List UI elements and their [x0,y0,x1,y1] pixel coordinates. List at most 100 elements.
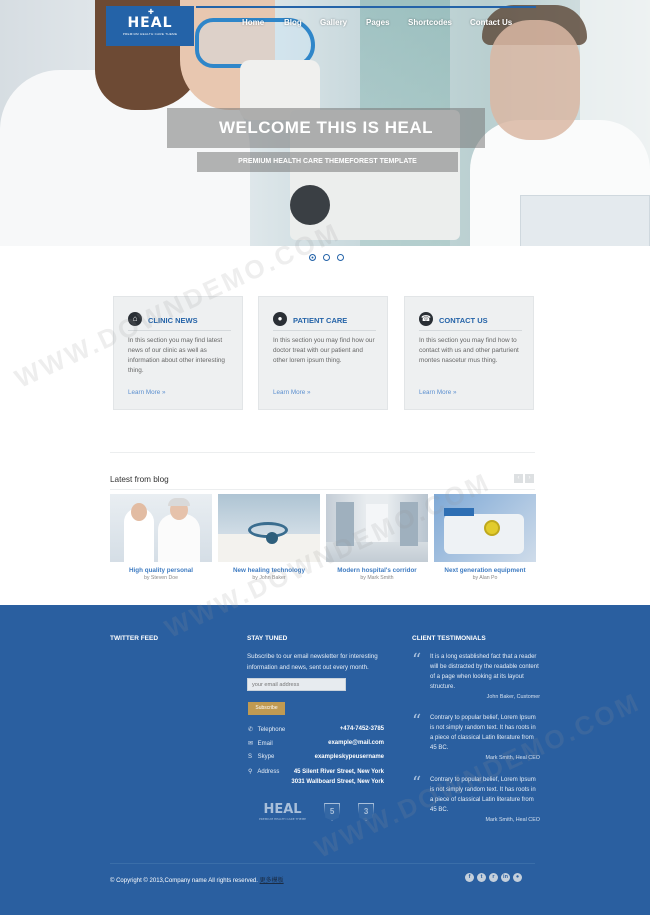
contact-value[interactable]: example@mail.com [328,740,384,746]
copyright: © Copyright © 2013,Company name All righ… [110,875,284,884]
testimonial-author: Mark Smith, Heal CEO [485,755,540,761]
nav-blog[interactable]: Blog [284,18,302,27]
stay-tuned-heading: STAY TUNED [247,635,288,642]
hero-microscope-knob [290,185,330,225]
blog-post-author: by Steven Doe [143,575,179,581]
linkedin-icon[interactable]: in [501,873,510,882]
testimonial-author: John Baker, Customer [486,694,540,700]
site-footer: TWITTER FEED STAY TUNED Subscribe to our… [0,605,650,915]
feature-title: CONTACT US [439,316,488,325]
testimonial: “ It is a long established fact that a r… [412,650,540,701]
blog-post-author: by Alan Po [472,575,498,581]
blog-post-title[interactable]: Modern hospital's corridor [326,567,428,574]
learn-more-link[interactable]: Learn More » [273,389,310,396]
learn-more-link[interactable]: Learn More » [419,389,456,396]
section-divider [110,452,535,453]
blog-post: High quality personal by Steven Doe [110,494,212,581]
css3-icon: 3 [358,802,375,821]
carousel-prev-button[interactable]: ‹ [514,474,523,483]
feature-divider [273,330,376,331]
contact-skype: S Skype exampleskypeusername [248,754,384,760]
location-icon: ⚲ [248,769,253,775]
rss-icon[interactable]: r [489,873,498,882]
footer-logo-subtitle: PREMIUM HEALTH CARE THEME [259,817,307,821]
contact-value[interactable]: exampleskypeusername [315,754,384,760]
site-logo[interactable]: ✚ HEAL PREMIUM HEALTH CARE THEME [106,6,194,46]
email-input[interactable] [247,678,346,691]
footer-divider [110,863,535,864]
blog-post: Modern hospital's corridor by Mark Smith [326,494,428,581]
slider-dot-3[interactable] [337,254,344,261]
feature-patient-care: ● PATIENT CARE In this section you may f… [258,296,388,410]
contact-address: ⚲ Address 45 Silent River Street, New Yo… [248,768,384,788]
twitter-icon[interactable]: t [477,873,486,882]
feature-description: In this section you may find how to cont… [419,337,519,364]
feature-divider [128,330,231,331]
quote-icon: “ [412,773,422,794]
blog-post: Next generation equipment by Alan Po [434,494,536,581]
contact-label: Telephone [257,727,286,733]
nav-shortcodes[interactable]: Shortcodes [408,18,452,27]
feature-clinic-news: ⌂ CLINIC NEWS In this section you may fi… [113,296,243,410]
blog-post-title[interactable]: Next generation equipment [434,567,536,574]
feature-title: PATIENT CARE [293,316,348,325]
learn-more-link[interactable]: Learn More » [128,389,165,396]
testimonial-text: Contrary to popular belief, Lorem Ipsum … [430,777,536,813]
feature-description: In this section you may find how our doc… [273,337,375,364]
contact-label: Skype [257,754,275,760]
testimonial-author: Mark Smith, Heal CEO [485,817,540,823]
phone-icon: ✆ [248,727,254,733]
nav-gallery[interactable]: Gallery [320,18,347,27]
hero-tagline: PREMIUM HEALTH CARE THEMEFOREST TEMPLATE [197,152,458,172]
html5-icon: 5 [324,802,341,821]
home-icon: ⌂ [128,312,142,326]
social-links: f t r in ● [465,873,522,882]
address-line-2: 3031 Wallboard Street, New York [291,778,384,785]
facebook-icon[interactable]: f [465,873,474,882]
feature-title: CLINIC NEWS [148,316,198,325]
feature-contact-us: ☎ CONTACT US In this section you may fin… [404,296,534,410]
nav-pages[interactable]: Pages [366,18,390,27]
blog-divider [110,489,535,490]
contact-email: ✉ Email example@mail.com [248,740,384,747]
blog-post-image[interactable] [434,494,536,562]
slider-pagination [309,254,344,261]
blog-post-image[interactable] [110,494,212,562]
copyright-link[interactable]: 更多模板 [260,878,284,884]
hero-doctor-face [490,20,580,140]
chat-icon: ● [273,312,287,326]
nav-divider [196,6,536,8]
nav-home[interactable]: Home [242,18,264,27]
contact-label: Address [257,769,280,775]
footer-logo-text: HEAL [263,802,302,817]
copyright-text: © Copyright © 2013,Company name All righ… [110,878,258,884]
slider-dot-1[interactable] [309,254,316,261]
contact-value: 45 Silent River Street, New York 3031 Wal… [291,768,384,787]
testimonial: “ Contrary to popular belief, Lorem Ipsu… [412,773,540,824]
address-line-1: 45 Silent River Street, New York [293,769,384,775]
nav-contact-us[interactable]: Contact Us [470,18,512,27]
blog-post-title[interactable]: New healing technology [218,567,320,574]
contact-telephone: ✆ Telephone +474-7452-3785 [248,726,384,733]
blog-post-author: by John Baker [252,575,286,581]
dribbble-icon[interactable]: ● [513,873,522,882]
feature-description: In this section you may find latest news… [128,337,225,374]
newsletter-text: Subscribe to our email newsletter for in… [247,653,378,671]
contact-label: Email [257,741,273,747]
subscribe-button[interactable]: Subscribe [248,702,285,715]
blog-post-image[interactable] [326,494,428,562]
testimonial: “ Contrary to popular belief, Lorem Ipsu… [412,713,540,762]
blog-post-title[interactable]: High quality personal [110,567,212,574]
feature-divider [419,330,522,331]
phone-icon: ☎ [419,312,433,326]
footer-logos: HEAL PREMIUM HEALTH CARE THEME 5 3 [259,802,375,821]
blog-post-image[interactable] [218,494,320,562]
blog-post-author: by Mark Smith [360,575,394,581]
contact-value: +474-7452-3785 [339,726,384,732]
hero-monitor [520,195,650,246]
carousel-next-button[interactable]: › [525,474,534,483]
mail-icon: ✉ [248,741,254,747]
quote-icon: “ [412,650,422,671]
slider-dot-2[interactable] [323,254,330,261]
hero-title: WELCOME THIS IS HEAL [167,108,485,148]
